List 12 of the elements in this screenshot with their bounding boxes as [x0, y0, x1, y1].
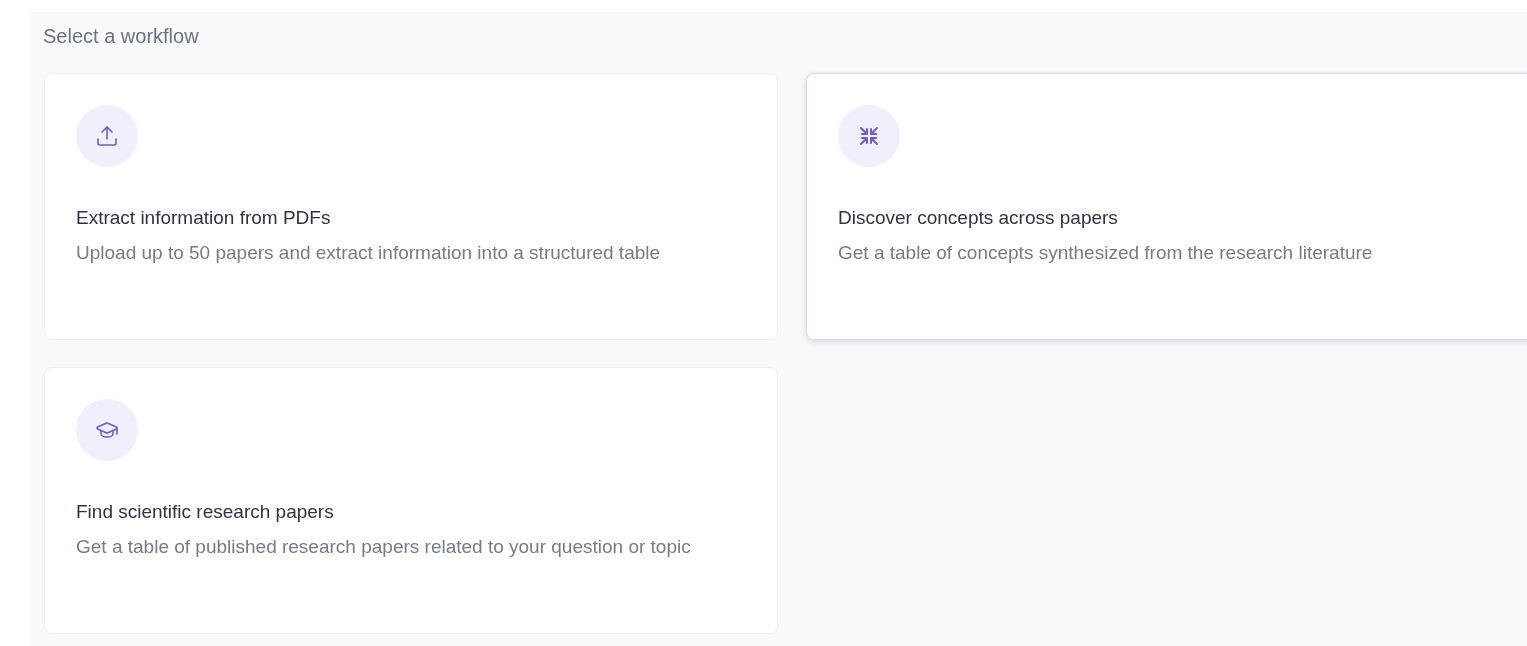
workflow-card[interactable]: Find scientific research papers Get a table of published research papers related to your question or topic [44, 367, 778, 634]
upload-icon [95, 124, 119, 148]
workflow-description: Get a table of concepts synthesized from the research literature [838, 241, 1374, 265]
workflow-title: Discover concepts across papers [838, 206, 1119, 230]
section-heading: Select a workflow [43, 24, 200, 49]
workflow-description: Get a table of published research papers related to your question or topic [76, 535, 692, 559]
workflow-title: Find scientific research papers [76, 500, 335, 524]
inward-arrows-icon [857, 124, 881, 148]
workflow-description: Upload up to 50 papers and extract information into a structured table [76, 241, 662, 265]
workflow-title: Extract information from PDFs [76, 206, 332, 230]
workflow-card[interactable]: Discover concepts across papers Get a table of concepts synthesized from the research literature [806, 73, 1527, 340]
workflow-card[interactable]: Extract information from PDFs Upload up to 50 papers and extract information into a structured table [44, 73, 778, 340]
